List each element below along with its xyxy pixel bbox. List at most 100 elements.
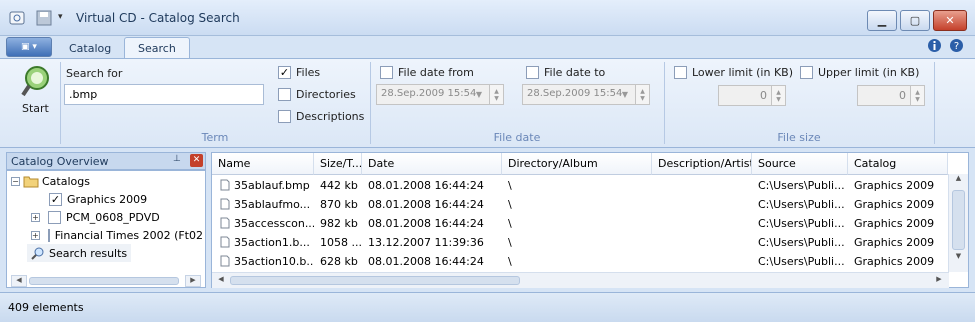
cell-size: 442 kb [314, 176, 362, 195]
cell-catalog: Graphics 2009 [848, 176, 948, 195]
tree-scroll-right[interactable]: ▶ [185, 275, 201, 287]
tree-node-graphics-2009[interactable]: ✓ Graphics 2009 [31, 190, 147, 208]
cell-text: C:\Users\Publi... [758, 198, 845, 211]
collapse-icon[interactable]: − [11, 176, 20, 186]
tree-node-label: Graphics 2009 [67, 192, 148, 206]
file-date-to-checkbox[interactable] [526, 66, 539, 79]
maximize-button[interactable]: ▢ [900, 10, 930, 31]
tree-node-financial-times[interactable]: + Financial Times 2002 (Ft02 [31, 226, 203, 244]
close-button[interactable]: ✕ [933, 10, 967, 31]
horizontal-scroll-thumb[interactable] [230, 276, 520, 285]
column-header-date[interactable]: Date [362, 153, 502, 175]
column-header-catalog[interactable]: Catalog [848, 153, 948, 175]
column-header-description[interactable]: Description/Artist [652, 153, 752, 175]
cell-text: 35ablaufmo... [234, 198, 311, 211]
cell-text: C:\Users\Publi... [758, 179, 845, 192]
column-header-size[interactable]: Size/T... [314, 153, 362, 175]
start-button-label[interactable]: Start [22, 102, 49, 115]
cell-text: 35ablauf.bmp [234, 179, 310, 192]
descriptions-checkbox[interactable] [278, 110, 291, 123]
cell-text: C:\Users\Publi... [758, 236, 845, 249]
save-icon[interactable] [36, 10, 52, 26]
file-date-from-dropdown-icon[interactable]: ▼ [472, 85, 486, 104]
search-start-icon[interactable] [20, 64, 52, 98]
cell-size: 1058 ... [314, 233, 362, 252]
lower-limit-spinner[interactable]: ▲ ▼ [771, 86, 785, 105]
cell-text: \ [508, 255, 512, 268]
app-icon[interactable] [8, 9, 26, 27]
cell-text: 08.01.2008 16:44:24 [368, 179, 484, 192]
tree-node-label: Catalogs [42, 174, 90, 188]
info-icon[interactable] [927, 38, 942, 53]
table-row[interactable]: 35ablauf.bmp 442 kb 08.01.2008 16:44:24 \ C:… [212, 176, 949, 195]
financial-times-checkbox[interactable] [47, 228, 50, 242]
tab-search[interactable]: Search [124, 37, 190, 59]
file-icon [220, 255, 230, 267]
results-vertical-scrollbar[interactable]: ▲ ▼ [948, 174, 968, 272]
cell-text: 442 kb [320, 179, 358, 192]
file-date-from-checkbox[interactable] [380, 66, 393, 79]
upper-limit-spinner[interactable]: ▲ ▼ [910, 86, 924, 105]
scroll-up-icon[interactable]: ▲ [949, 174, 968, 188]
files-label: Files [296, 66, 321, 79]
column-header-directory[interactable]: Directory/Album [502, 153, 652, 175]
file-icon [220, 236, 230, 248]
file-date-to-dropdown-icon[interactable]: ▼ [618, 85, 632, 104]
cell-text: 628 kb [320, 255, 358, 268]
tab-catalog[interactable]: Catalog [56, 37, 124, 59]
cell-text: 870 kb [320, 198, 358, 211]
expand-icon[interactable]: + [31, 230, 40, 240]
cell-date: 08.01.2008 16:44:24 [362, 195, 502, 214]
scroll-down-icon[interactable]: ▼ [949, 252, 968, 266]
expand-icon[interactable]: + [31, 212, 40, 222]
tree-node-label: Financial Times 2002 (Ft02 [54, 228, 203, 242]
cell-text: \ [508, 179, 512, 192]
search-input[interactable]: .bmp [64, 84, 264, 105]
column-header-source[interactable]: Source [752, 153, 848, 175]
pin-icon[interactable]: ⊥ [173, 154, 181, 164]
tree-node-search-results[interactable]: Search results [27, 244, 132, 262]
lower-limit-checkbox[interactable] [674, 66, 687, 79]
vertical-scroll-thumb[interactable] [952, 190, 965, 250]
upper-limit-checkbox[interactable] [800, 66, 813, 79]
cell-source: C:\Users\Publi... [752, 214, 848, 233]
cell-catalog: Graphics 2009 [848, 195, 948, 214]
table-row[interactable]: 35action1.b... 1058 ... 13.12.2007 11:39:3… [212, 233, 949, 252]
pcm-checkbox[interactable] [48, 210, 61, 224]
tree-node-pcm[interactable]: + PCM_0608_PDVD [31, 208, 160, 226]
group-label-term: Term [201, 131, 229, 144]
results-horizontal-scrollbar[interactable]: ◀ ▶ [212, 272, 949, 288]
quick-access-dropdown-icon[interactable]: ▾ [58, 12, 63, 22]
file-date-to-spinner[interactable]: ▲ ▼ [635, 85, 649, 104]
files-checkbox[interactable]: ✓ [278, 66, 291, 79]
column-header-name[interactable]: Name [212, 153, 314, 175]
graphics-2009-checkbox[interactable]: ✓ [49, 192, 62, 206]
table-row[interactable]: 35ablaufmo... 870 kb 08.01.2008 16:44:24 \ C… [212, 195, 949, 214]
cell-text: 35action10.b... [234, 255, 314, 268]
cell-text: 982 kb [320, 217, 358, 230]
cell-text: 1058 ... [320, 236, 362, 249]
directories-checkbox[interactable] [278, 88, 291, 101]
cell-directory: \ [502, 176, 652, 195]
help-icon[interactable]: ? [949, 38, 964, 53]
application-menu-button[interactable]: ▣ ▾ [6, 37, 52, 57]
minimize-button[interactable]: ▁ [867, 10, 897, 31]
panel-close-icon[interactable]: ✕ [190, 154, 203, 167]
tree-node-catalogs[interactable]: − Catalogs [11, 172, 90, 190]
file-date-from-spinner[interactable]: ▲ ▼ [489, 85, 503, 104]
table-row[interactable]: 35accesscon... 982 kb 08.01.2008 16:44:24 \… [212, 214, 949, 233]
lower-limit-label: Lower limit (in KB) [692, 66, 794, 79]
cell-directory: \ [502, 233, 652, 252]
table-row[interactable]: 35action10.b... 628 kb 08.01.2008 16:44:24… [212, 252, 949, 271]
svg-text:?: ? [954, 41, 959, 52]
cell-directory: \ [502, 214, 652, 233]
upper-limit-label: Upper limit (in KB) [818, 66, 920, 79]
search-results-icon [31, 247, 44, 260]
scroll-left-icon[interactable]: ◀ [214, 275, 228, 287]
cell-description [652, 195, 752, 214]
tree-scroll-left[interactable]: ◀ [11, 275, 27, 287]
tree-scroll-thumb[interactable] [29, 277, 179, 285]
descriptions-label: Descriptions [296, 110, 365, 123]
scroll-right-icon[interactable]: ▶ [932, 275, 946, 287]
cell-directory: \ [502, 252, 652, 271]
